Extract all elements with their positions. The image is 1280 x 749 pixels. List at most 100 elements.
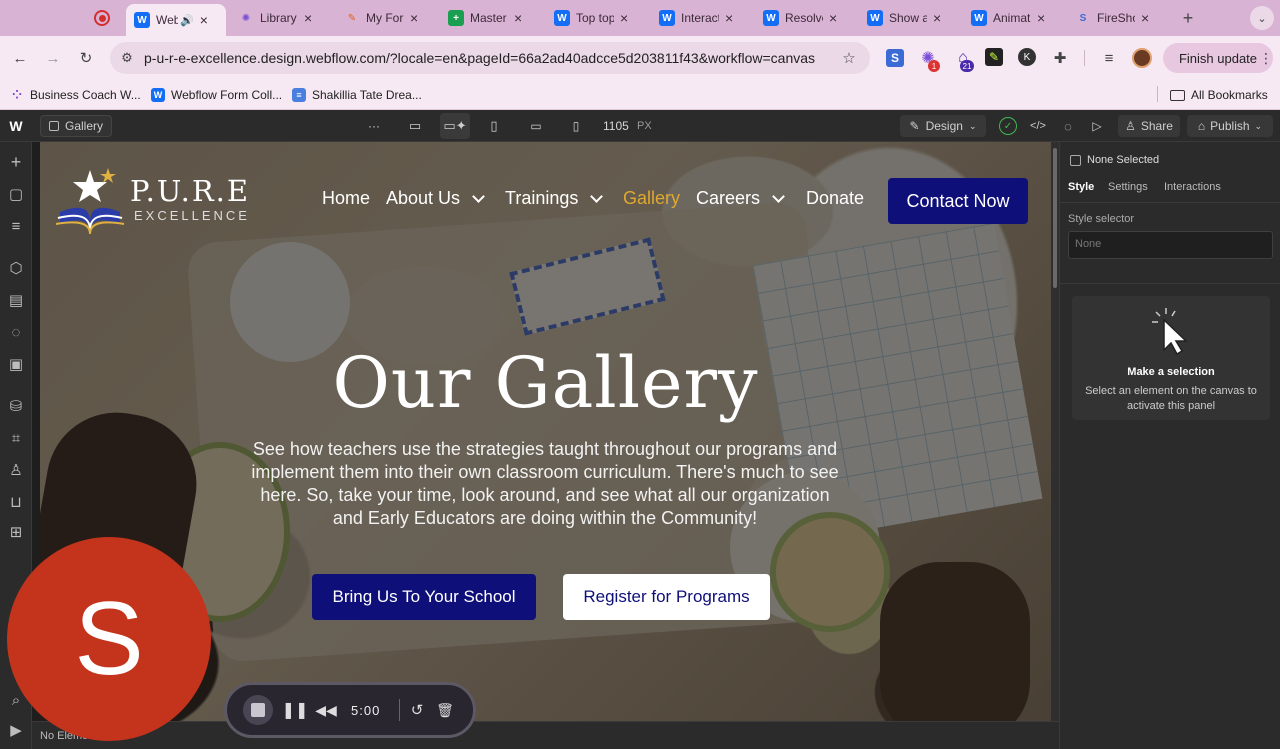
restart-icon[interactable]: ↺ (407, 699, 427, 721)
mode-dropdown[interactable]: ✎ Design ⌄ (900, 115, 986, 137)
browser-tab[interactable]: W Resolve × (755, 4, 855, 32)
close-tab-icon[interactable]: × (200, 12, 208, 28)
close-tab-icon[interactable]: × (725, 10, 733, 26)
tab-search-button[interactable]: ⌄ (1250, 6, 1274, 30)
browser-tab[interactable]: ✎ My Form × (336, 4, 436, 32)
toolbar-divider (1084, 50, 1085, 66)
browser-tab[interactable]: W Web 🔊 × (126, 4, 226, 36)
share-button[interactable]: ♙ Share (1118, 115, 1180, 137)
extension-s-icon[interactable]: S (886, 49, 904, 67)
address-bar[interactable]: ⚙ p-u-r-e-excellence.design.webflow.com/… (110, 42, 870, 74)
add-elements-icon[interactable]: + (0, 148, 32, 176)
none-selected-label: None Selected (1087, 154, 1160, 166)
nav-trainings[interactable]: Trainings (505, 188, 604, 209)
canvas-scroll-thumb[interactable] (1053, 148, 1057, 288)
cms-icon[interactable]: ⛁ (0, 392, 32, 420)
desktop-breakpoint-icon[interactable]: ▭ (403, 116, 427, 136)
users-icon[interactable]: ♙ (0, 456, 32, 484)
logic-icon[interactable]: ⌗ (0, 424, 32, 452)
trash-icon[interactable]: 🗑 (435, 699, 455, 721)
tab-settings[interactable]: Settings (1108, 181, 1148, 193)
rocket-icon: ⌂ (1197, 119, 1206, 133)
browser-tab[interactable]: S FireSho × (1067, 4, 1167, 32)
stop-button[interactable] (243, 695, 273, 725)
nav-donate[interactable]: Donate (806, 188, 864, 209)
browser-menu-icon[interactable]: ⋮ (1254, 46, 1278, 70)
record-indicator-icon[interactable] (94, 10, 110, 26)
close-tab-icon[interactable]: × (1141, 10, 1149, 26)
hero-description: See how teachers use the strategies taug… (251, 439, 839, 528)
tab-title: Resolve (785, 11, 823, 25)
page-selector[interactable]: Gallery (40, 115, 113, 137)
profile-avatar[interactable] (1132, 48, 1152, 68)
nav-home[interactable]: Home (322, 188, 370, 209)
new-tab-button[interactable]: + (1176, 6, 1200, 30)
close-tab-icon[interactable]: × (304, 10, 312, 26)
assets-icon[interactable]: ▣ (0, 350, 32, 378)
pages-icon[interactable]: ▢ (0, 180, 32, 208)
browser-tab[interactable]: W Animat × (963, 4, 1063, 32)
close-tab-icon[interactable]: × (410, 10, 418, 26)
extension-k-icon[interactable]: K (1018, 48, 1036, 66)
browser-tab[interactable]: ✺ Library × (230, 4, 330, 32)
browser-tab[interactable]: W Interact × (651, 4, 751, 32)
close-tab-icon[interactable]: × (829, 10, 837, 26)
tab-style[interactable]: Style (1068, 181, 1094, 193)
style-selector-input[interactable]: None (1068, 231, 1273, 259)
audio-playing-icon[interactable]: 🔊 (180, 14, 194, 27)
none-selected-checkbox[interactable] (1070, 155, 1081, 166)
more-options-button[interactable]: ··· (364, 116, 384, 136)
tablet-breakpoint-icon[interactable]: ▯ (484, 116, 504, 136)
variables-icon[interactable]: ▤ (0, 286, 32, 314)
code-icon[interactable]: </> (1028, 116, 1048, 136)
navigator-icon[interactable]: ≡ (0, 212, 32, 240)
extensions-puzzle-icon[interactable]: ✚ (1048, 46, 1072, 70)
video-help-icon[interactable]: ▶ (0, 716, 32, 744)
bookmark-shakillia[interactable]: ≡ Shakillia Tate Drea... (292, 84, 422, 106)
tab-interactions[interactable]: Interactions (1164, 181, 1221, 193)
pause-icon[interactable]: ❚❚ (282, 699, 309, 721)
preview-play-icon[interactable]: ▷ (1087, 116, 1107, 136)
close-tab-icon[interactable]: × (933, 10, 941, 26)
close-tab-icon[interactable]: × (1037, 10, 1045, 26)
styles-icon[interactable]: ◌ (0, 318, 32, 346)
tab-title: Web (156, 13, 178, 27)
extension-badge-2: 21 (960, 60, 974, 72)
rewind-icon[interactable]: ◀◀ (315, 699, 337, 721)
publish-button[interactable]: ⌂ Publish ⌄ (1187, 115, 1273, 137)
bring-us-to-your-school-button[interactable]: Bring Us To Your School (312, 574, 536, 620)
ecommerce-icon[interactable]: ⊔ (0, 488, 32, 516)
canvas-width-value[interactable]: 1105 (603, 119, 629, 133)
nav-careers[interactable]: Careers (696, 188, 785, 209)
browser-tab[interactable]: + Master × (440, 4, 540, 32)
browser-tab[interactable]: W Top top × (546, 4, 646, 32)
browser-tab[interactable]: W Show a × (859, 4, 959, 32)
checkmark-status-icon[interactable]: ✓ (999, 117, 1017, 135)
close-tab-icon[interactable]: × (514, 10, 522, 26)
large-breakpoint-icon[interactable]: ▭✦ (440, 113, 470, 139)
site-logo[interactable]: P.U.R.E EXCELLENCE (54, 162, 248, 237)
webflow-logo-icon[interactable]: W (6, 116, 26, 136)
back-button[interactable]: ← (8, 46, 32, 70)
reload-button[interactable]: ↻ (74, 46, 98, 70)
bookmark-webflow-form[interactable]: W Webflow Form Coll... (151, 84, 282, 106)
nav-gallery[interactable]: Gallery (623, 188, 680, 209)
bookmark-business-coach[interactable]: ⁘ Business Coach W... (10, 84, 141, 106)
bookmark-star-icon[interactable]: ☆ (837, 46, 861, 70)
logo-sub-text: EXCELLENCE (134, 208, 250, 223)
forward-button[interactable]: → (41, 46, 65, 70)
media-controls-icon[interactable]: ≡ (1097, 46, 1121, 70)
close-tab-icon[interactable]: × (620, 10, 628, 26)
nav-about-us[interactable]: About Us (386, 188, 485, 209)
contact-now-button[interactable]: Contact Now (888, 178, 1028, 224)
components-icon[interactable]: ⬡ (0, 254, 32, 282)
register-for-programs-button[interactable]: Register for Programs (563, 574, 770, 620)
all-bookmarks[interactable]: All Bookmarks (1170, 84, 1268, 106)
apps-icon[interactable]: ⊞ (0, 518, 32, 546)
landscape-breakpoint-icon[interactable]: ▭ (526, 116, 546, 136)
site-info-icon[interactable]: ⚙ (110, 50, 144, 66)
extension-pen-icon[interactable]: ✎ (985, 48, 1003, 66)
comment-icon[interactable]: ◌ (1058, 116, 1078, 136)
mobile-breakpoint-icon[interactable]: ▯ (566, 116, 586, 136)
sheets-icon: + (448, 10, 464, 26)
